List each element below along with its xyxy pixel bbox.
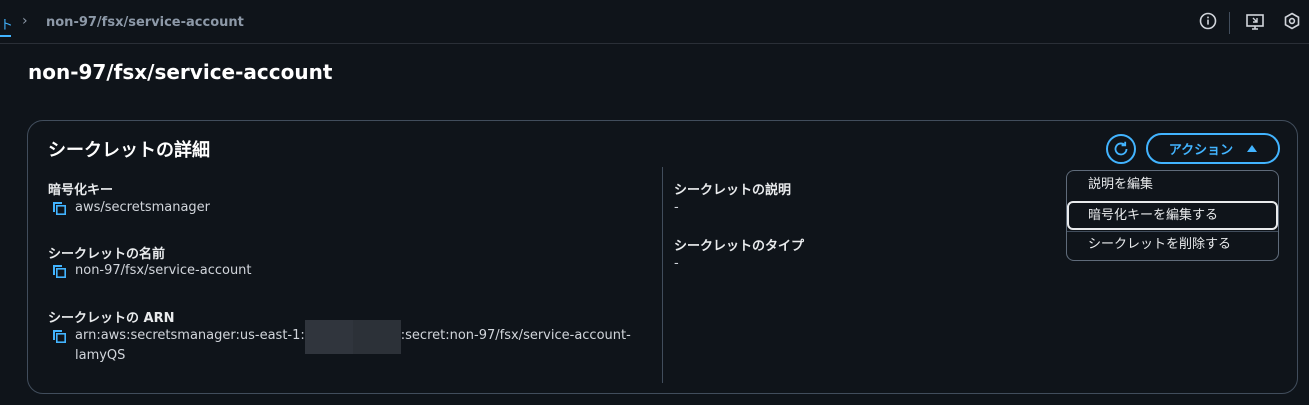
encryption-key-label: 暗号化キー <box>48 183 114 198</box>
chevron-right-icon: › <box>22 13 28 29</box>
actions-label: アクション <box>1168 143 1234 158</box>
copy-icon[interactable] <box>51 328 67 344</box>
description-label: シークレットの説明 <box>674 183 792 198</box>
copy-icon[interactable] <box>51 200 67 216</box>
top-bar: ト › non-97/fsx/service-account <box>0 0 1309 44</box>
container-title: シークレットの詳細 <box>48 140 210 161</box>
menu-item-edit-encryption-key[interactable]: 暗号化キーを編集する <box>1067 201 1278 230</box>
menu-item-edit-description[interactable]: 説明を編集 <box>1067 171 1278 200</box>
page-title: non-97/fsx/service-account <box>28 60 333 84</box>
screen-icon[interactable] <box>1245 12 1265 32</box>
secret-arn-value: arn:aws:secretsmanager:us-east-1: :secret… <box>75 320 635 354</box>
breadcrumb-current: non-97/fsx/service-account <box>46 15 244 30</box>
settings-icon[interactable] <box>1283 12 1303 32</box>
column-divider <box>662 167 663 383</box>
redacted-account-id <box>304 320 401 354</box>
info-icon[interactable] <box>1199 12 1219 32</box>
secret-name-label: シークレットの名前 <box>48 247 166 262</box>
secret-name-value: non-97/fsx/service-account <box>75 263 252 278</box>
refresh-icon <box>1114 141 1128 156</box>
description-value: - <box>674 200 679 215</box>
actions-button[interactable]: アクション <box>1146 133 1280 164</box>
toolbar-divider <box>1229 12 1230 34</box>
encryption-key-value: aws/secretsmanager <box>75 200 211 215</box>
type-value: - <box>674 256 679 271</box>
actions-dropdown-menu: 説明を編集 暗号化キーを編集する シークレットを削除する <box>1066 170 1279 261</box>
breadcrumb-previous[interactable]: ト <box>0 14 11 37</box>
arn-suffix: :secret:non-97/fsx/service-account- <box>400 328 631 343</box>
caret-up-icon <box>1247 145 1258 152</box>
refresh-button[interactable] <box>1106 134 1136 164</box>
menu-item-delete-secret[interactable]: シークレットを削除する <box>1067 231 1278 260</box>
copy-icon[interactable] <box>51 263 67 279</box>
type-label: シークレットのタイプ <box>674 239 805 254</box>
secret-arn-label: シークレットの ARN <box>48 311 175 326</box>
arn-prefix: arn:aws:secretsmanager:us-east-1: <box>75 328 305 343</box>
secret-arn-value-line2: lamyQS <box>75 348 126 363</box>
